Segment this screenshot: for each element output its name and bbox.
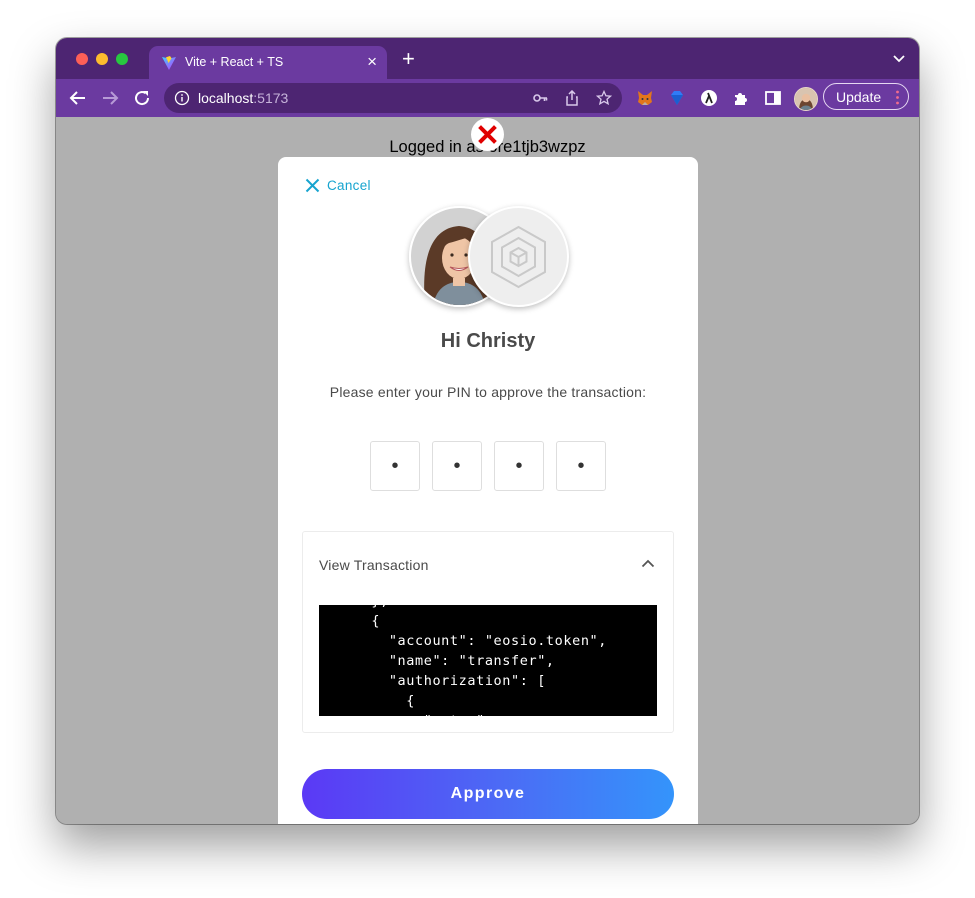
transaction-json: }, { "account": "eosio.token", "name": "… xyxy=(371,605,608,716)
greeting-heading: Hi Christy xyxy=(440,330,536,352)
key-icon[interactable] xyxy=(532,90,548,106)
reload-icon[interactable] xyxy=(132,88,152,108)
side-panel-icon[interactable] xyxy=(764,89,782,107)
forward-arrow-icon[interactable] xyxy=(100,88,120,108)
new-tab-button[interactable]: + xyxy=(402,48,415,70)
page-content: Logged in as ore1tjb3wzpz Cancel Hi Chri… xyxy=(56,117,919,824)
url-host: localhost xyxy=(198,90,254,106)
minimize-window-button[interactable] xyxy=(96,53,108,65)
pin-digit-input[interactable]: • xyxy=(494,441,544,491)
pin-digit-input[interactable]: • xyxy=(556,441,606,491)
diamond-extension-icon[interactable] xyxy=(668,89,686,107)
update-button[interactable]: Update xyxy=(823,83,909,110)
site-info-icon[interactable] xyxy=(174,90,190,106)
metamask-fox-icon[interactable] xyxy=(636,89,654,107)
chevron-down-icon[interactable] xyxy=(893,54,905,64)
cancel-label: Cancel xyxy=(327,178,371,193)
bookmark-star-icon[interactable] xyxy=(596,90,612,106)
pin-instructions: Please enter your PIN to approve the tra… xyxy=(329,384,647,400)
approve-button[interactable]: Approve xyxy=(302,769,674,819)
browser-tab[interactable]: Vite + React + TS × xyxy=(149,46,387,79)
close-overlay-button[interactable] xyxy=(471,118,504,151)
transaction-code-viewer[interactable]: }, { "account": "eosio.token", "name": "… xyxy=(319,605,657,716)
tab-strip: Vite + React + TS × + xyxy=(56,38,919,79)
browser-toolbar: localhost:5173 Update xyxy=(56,79,919,117)
chevron-up-icon[interactable] xyxy=(641,559,655,568)
app-avatar xyxy=(468,206,569,307)
vite-logo-icon xyxy=(162,56,176,70)
maximize-window-button[interactable] xyxy=(116,53,128,65)
lambda-extension-icon[interactable] xyxy=(700,89,718,107)
close-icon xyxy=(305,178,320,193)
pin-digit-input[interactable]: • xyxy=(432,441,482,491)
profile-avatar[interactable] xyxy=(794,87,818,111)
back-arrow-icon[interactable] xyxy=(68,88,88,108)
browser-window: Vite + React + TS × + localhost:5173 Upd… xyxy=(56,38,919,824)
pin-approval-modal: Cancel Hi Christy Please enter your PIN … xyxy=(278,157,698,824)
red-x-close-icon xyxy=(478,125,497,144)
update-label: Update xyxy=(836,89,882,105)
address-bar[interactable]: localhost:5173 xyxy=(164,83,622,113)
extensions-puzzle-icon[interactable] xyxy=(732,89,750,107)
url-text[interactable]: localhost:5173 xyxy=(198,90,288,106)
tab-title: Vite + React + TS xyxy=(185,55,284,69)
url-port: :5173 xyxy=(253,90,289,106)
view-transaction-toggle[interactable]: View Transaction xyxy=(319,557,429,573)
more-menu-icon[interactable] xyxy=(896,90,899,105)
pin-digit-input[interactable]: • xyxy=(370,441,420,491)
tab-close-icon[interactable]: × xyxy=(367,52,377,72)
profile-face-icon xyxy=(795,88,817,110)
cube-logo-icon xyxy=(491,225,546,289)
share-icon[interactable] xyxy=(564,90,580,106)
close-window-button[interactable] xyxy=(76,53,88,65)
view-transaction-panel: View Transaction }, { "account": "eosio.… xyxy=(302,531,674,733)
